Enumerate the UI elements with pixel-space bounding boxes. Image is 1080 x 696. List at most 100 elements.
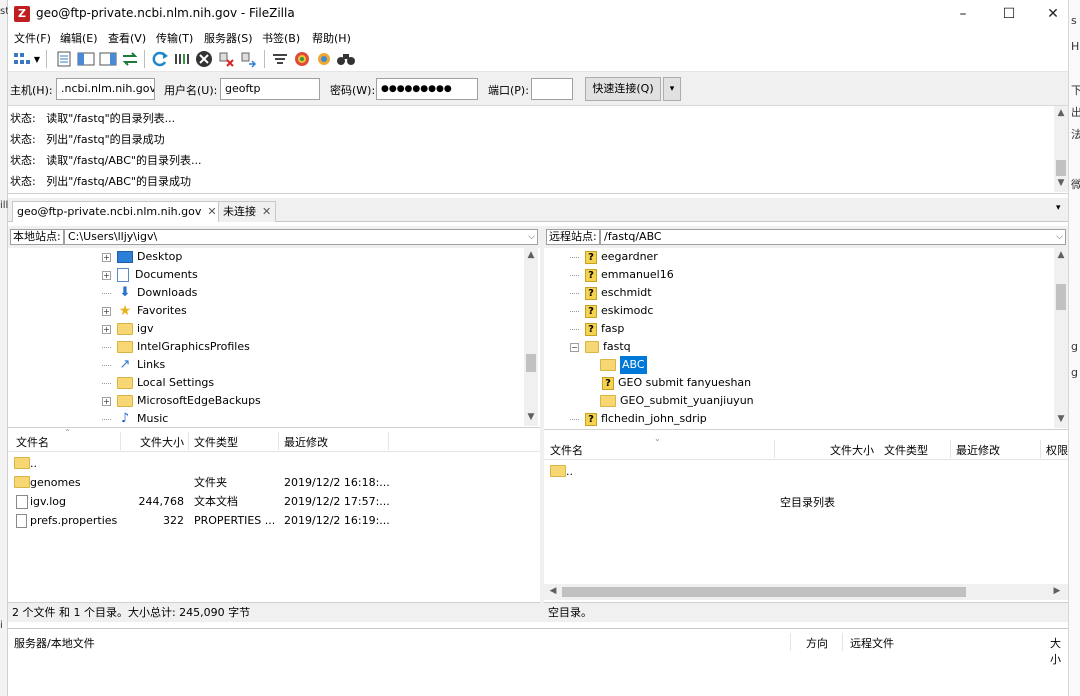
remote-file-list[interactable]: 文件名 ⌄ 文件大小 文件类型 最近修改 权限 .. 空目录列表 ◀ ▶	[544, 434, 1068, 602]
queue-column-size[interactable]: 大小	[1050, 635, 1068, 667]
column-permissions[interactable]: 权限	[1046, 442, 1068, 458]
column-separator[interactable]	[388, 432, 389, 450]
filter-icon[interactable]	[270, 49, 290, 69]
tree-item-abc[interactable]: ABC	[600, 356, 647, 374]
scroll-thumb[interactable]	[1056, 284, 1066, 310]
process-queue-icon[interactable]	[172, 49, 192, 69]
scroll-down-icon[interactable]: ▼	[1054, 414, 1068, 424]
local-tree[interactable]: + Desktop + Documents ⬇ Downloads + ★ Favorit…	[8, 248, 540, 428]
toggle-queue-icon[interactable]	[120, 49, 140, 69]
tree-item-desktop[interactable]: + Desktop	[102, 248, 182, 266]
tree-item-favorites[interactable]: + ★ Favorites	[102, 302, 187, 320]
menu-view[interactable]: 查看(V)	[108, 30, 146, 46]
tree-item-igv[interactable]: + igv	[102, 320, 154, 338]
scroll-left-icon[interactable]: ◀	[546, 586, 560, 596]
column-filename[interactable]: 文件名	[550, 442, 583, 458]
column-filename[interactable]: 文件名	[16, 434, 49, 450]
menu-file[interactable]: 文件(F)	[14, 30, 51, 46]
file-row[interactable]: genomes 文件夹 2019/12/2 16:18:...	[8, 473, 540, 492]
password-input[interactable]: ●●●●●●●●●	[376, 78, 478, 100]
tree-item-fasp[interactable]: ? fasp	[570, 320, 624, 338]
column-separator[interactable]	[950, 440, 951, 458]
tree-item-downloads[interactable]: ⬇ Downloads	[102, 284, 197, 302]
remote-hscrollbar[interactable]: ◀ ▶	[544, 584, 1068, 600]
tree-item-links[interactable]: ↗ Links	[102, 356, 165, 374]
column-separator[interactable]	[790, 633, 791, 651]
column-modified[interactable]: 最近修改	[284, 434, 328, 450]
scroll-up-icon[interactable]: ▲	[1054, 108, 1068, 118]
column-type[interactable]: 文件类型	[194, 434, 238, 450]
chevron-down-icon[interactable]: ⌵	[1056, 230, 1063, 244]
menu-server[interactable]: 服务器(S)	[204, 30, 253, 46]
tree-item-flchedin-john-sdrip[interactable]: ? flchedin_john_sdrip	[570, 410, 707, 428]
disconnect-icon[interactable]	[216, 49, 236, 69]
file-row[interactable]: igv.log 244,768 文本文档 2019/12/2 17:57:...	[8, 492, 540, 511]
queue-column-local-file[interactable]: 服务器/本地文件	[14, 635, 95, 651]
remote-tree[interactable]: ? eegardner ? emmanuel16 ? eschmidt ? eskimo…	[544, 248, 1068, 430]
column-separator[interactable]	[278, 432, 279, 450]
close-button[interactable]: ✕	[1030, 0, 1076, 28]
expand-icon[interactable]: +	[102, 252, 111, 262]
column-separator[interactable]	[842, 633, 843, 651]
column-separator[interactable]	[1040, 440, 1041, 458]
quickconnect-history-button[interactable]: ▾	[663, 77, 681, 101]
scroll-right-icon[interactable]: ▶	[1050, 586, 1064, 596]
title-bar[interactable]: Z geo@ftp-private.ncbi.nlm.nih.gov - Fil…	[8, 0, 1068, 28]
column-size[interactable]: 文件大小	[830, 442, 874, 458]
column-type[interactable]: 文件类型	[884, 442, 928, 458]
tree-item-eschmidt[interactable]: ? eschmidt	[570, 284, 652, 302]
host-input[interactable]: .ncbi.nlm.nih.gov	[56, 78, 155, 100]
remote-tree-scrollbar[interactable]: ▲ ▼	[1054, 248, 1068, 428]
scroll-up-icon[interactable]: ▲	[524, 250, 538, 260]
tree-item-microsoftedgebackups[interactable]: + MicrosoftEdgeBackups	[102, 392, 261, 410]
toggle-log-icon[interactable]	[54, 49, 74, 69]
tab-geo-connection[interactable]: geo@ftp-private.ncbi.nlm.nih.gov ✕	[12, 201, 222, 222]
file-row[interactable]: ..	[8, 454, 540, 473]
pane-splitter[interactable]	[540, 226, 544, 622]
remote-path-input[interactable]: /fastq/ABC ⌵	[600, 229, 1066, 245]
close-icon[interactable]: ✕	[207, 205, 216, 218]
scroll-thumb[interactable]	[562, 587, 966, 597]
column-separator[interactable]	[774, 440, 775, 458]
tree-item-fastq[interactable]: − fastq	[570, 338, 631, 356]
tab-not-connected[interactable]: 未连接 ✕	[218, 201, 277, 222]
tree-item-music[interactable]: ♪ Music	[102, 410, 168, 427]
tree-item-documents[interactable]: + Documents	[102, 266, 198, 284]
maximize-button[interactable]: ☐	[986, 0, 1032, 28]
expand-icon[interactable]: +	[102, 270, 111, 280]
search-icon[interactable]	[336, 49, 356, 69]
column-size[interactable]: 文件大小	[140, 434, 184, 450]
cancel-icon[interactable]	[194, 49, 214, 69]
scroll-down-icon[interactable]: ▼	[524, 412, 538, 422]
scroll-thumb[interactable]	[1056, 160, 1066, 176]
column-separator[interactable]	[188, 432, 189, 450]
dropdown-icon[interactable]: ▼	[32, 49, 42, 69]
scroll-down-icon[interactable]: ▼	[1054, 178, 1068, 188]
scroll-up-icon[interactable]: ▲	[1054, 250, 1068, 260]
toggle-remote-tree-icon[interactable]	[98, 49, 118, 69]
menu-bookmarks[interactable]: 书签(B)	[262, 30, 300, 46]
tree-item-eegardner[interactable]: ? eegardner	[570, 248, 658, 266]
file-row[interactable]: ..	[544, 462, 1068, 481]
menu-help[interactable]: 帮助(H)	[312, 30, 351, 46]
reconnect-icon[interactable]	[238, 49, 258, 69]
local-tree-scrollbar[interactable]: ▲ ▼	[524, 248, 538, 426]
tab-menu-icon[interactable]: ▾	[1056, 203, 1061, 213]
sync-browse-icon[interactable]	[314, 49, 334, 69]
tree-item-emmanuel16[interactable]: ? emmanuel16	[570, 266, 674, 284]
expand-icon[interactable]: +	[102, 324, 111, 334]
log-scrollbar[interactable]: ▲ ▼	[1054, 106, 1068, 192]
queue-column-remote-file[interactable]: 远程文件	[850, 635, 894, 651]
port-input[interactable]	[531, 78, 573, 100]
column-separator[interactable]	[120, 432, 121, 450]
menu-transfer[interactable]: 传输(T)	[156, 30, 193, 46]
scroll-thumb[interactable]	[526, 354, 536, 372]
toggle-local-tree-icon[interactable]	[76, 49, 96, 69]
minimize-button[interactable]: –	[940, 0, 986, 28]
site-manager-icon[interactable]	[12, 49, 32, 69]
message-log[interactable]: 状态: 读取"/fastq"的目录列表... 状态: 列出"/fastq"的目录…	[8, 106, 1068, 194]
username-input[interactable]: geoftp	[220, 78, 320, 100]
tree-item-geo-submit-yuanjiuyun[interactable]: GEO_submit_yuanjiuyun	[600, 392, 754, 410]
expand-icon[interactable]: +	[102, 396, 111, 406]
column-modified[interactable]: 最近修改	[956, 442, 1000, 458]
